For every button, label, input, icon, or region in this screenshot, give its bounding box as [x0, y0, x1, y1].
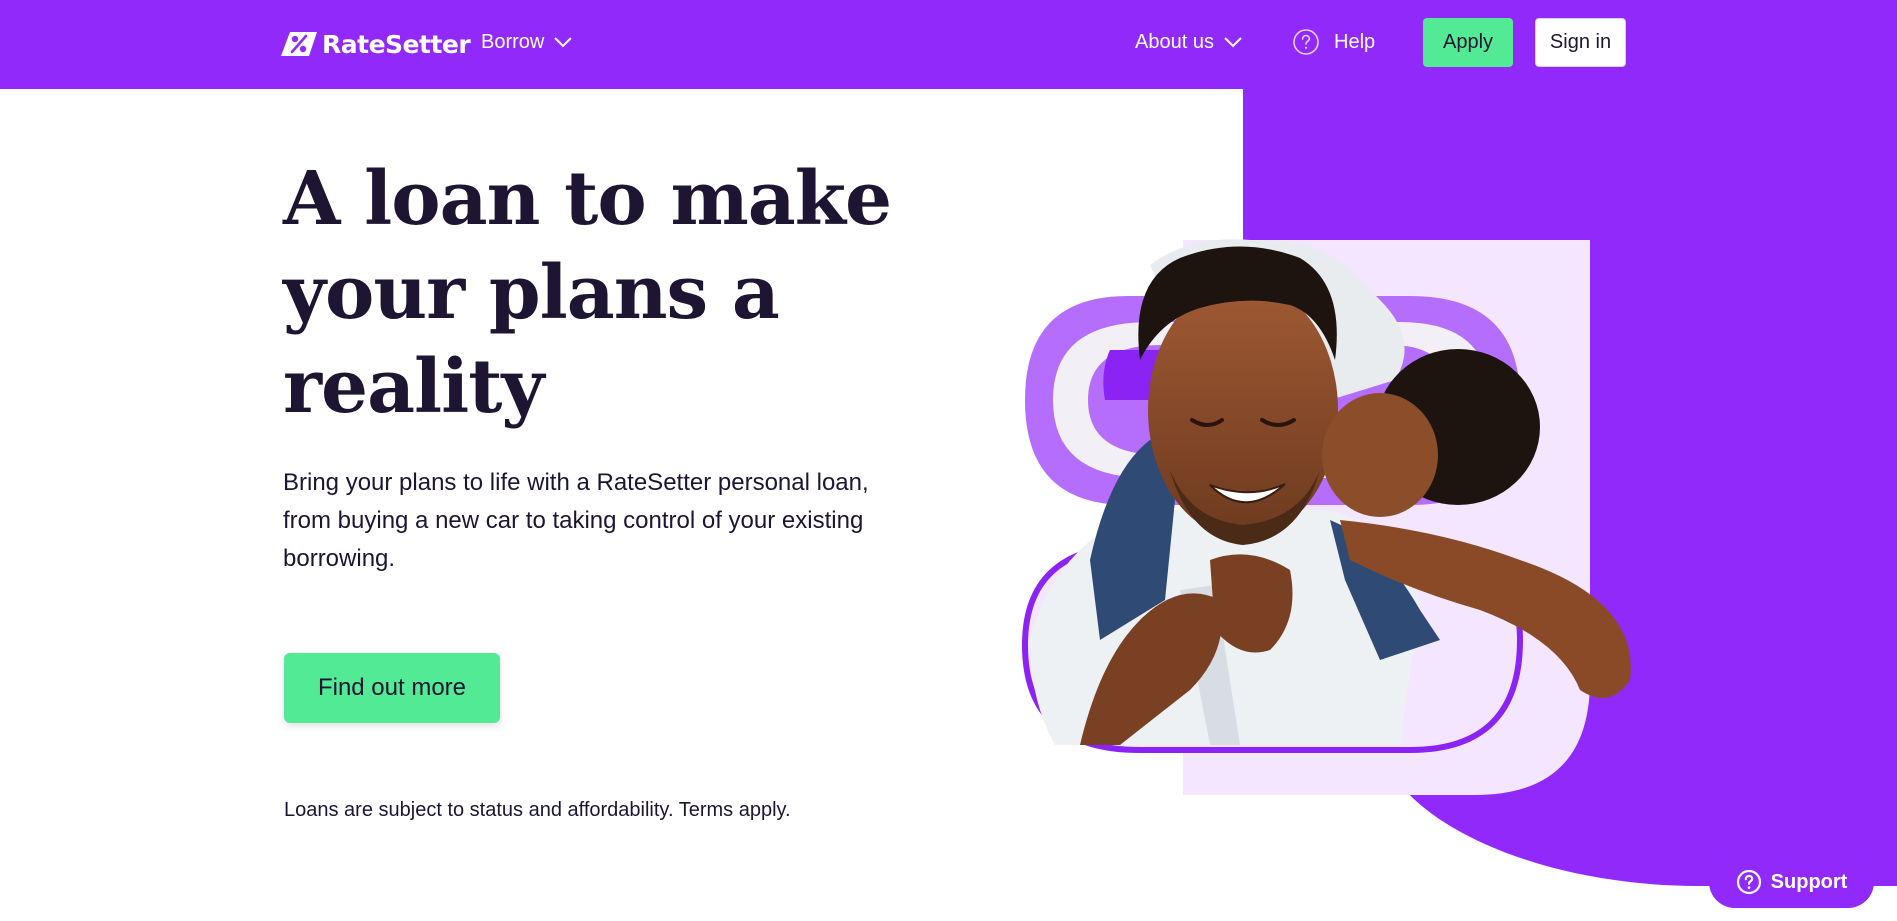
support-label: Support: [1770, 870, 1848, 893]
ratesetter-logo[interactable]: RateSetter: [280, 24, 471, 64]
nav-borrow-label: Borrow: [481, 30, 545, 53]
sign-in-button[interactable]: Sign in: [1535, 18, 1626, 67]
loan-disclaimer: Loans are subject to status and affordab…: [284, 799, 791, 821]
brand-name: RateSetter: [322, 29, 471, 59]
nav-help-label: Help: [1334, 30, 1376, 53]
help-circle-icon: [1293, 29, 1319, 55]
hero-illustration: [1021, 89, 1897, 886]
question-circle-icon: [1736, 869, 1761, 895]
nav-help-link[interactable]: Help: [1292, 27, 1375, 57]
support-button[interactable]: Support: [1709, 856, 1874, 908]
find-out-more-button[interactable]: Find out more: [284, 653, 500, 723]
chevron-down-icon: [554, 37, 573, 48]
nav-borrow-menu[interactable]: Borrow: [481, 27, 573, 57]
logo-mark-icon: [281, 32, 317, 56]
nav-about-label: About us: [1135, 30, 1214, 53]
hero-title: A loan to make your plans a reality: [283, 156, 892, 430]
chevron-down-icon: [1224, 37, 1242, 48]
apply-button[interactable]: Apply: [1423, 18, 1513, 67]
site-header: RateSetter Borrow About us Help Apply Si…: [0, 0, 1897, 89]
nav-about-menu[interactable]: About us: [1135, 27, 1243, 57]
hero-subtitle: Bring your plans to life with a RateSett…: [283, 469, 869, 572]
